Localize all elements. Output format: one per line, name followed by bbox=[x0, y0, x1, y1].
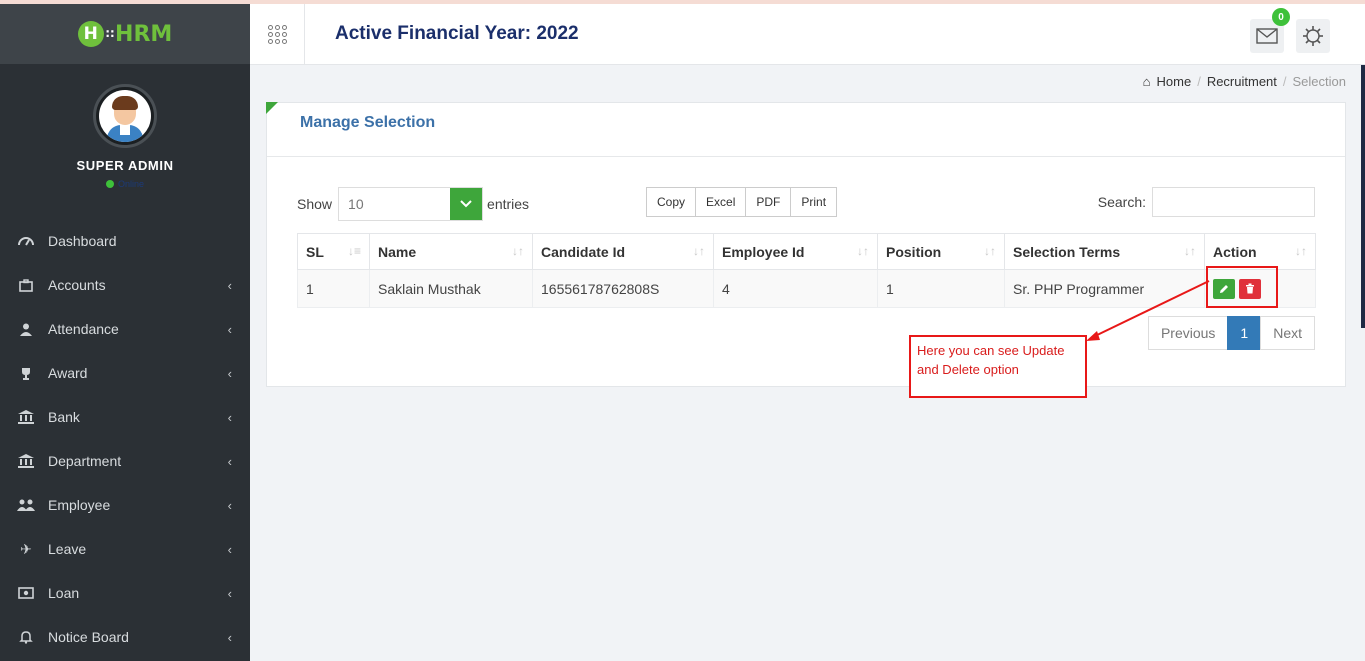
annotation-line-2: and Delete option bbox=[917, 362, 1019, 377]
annotation-note: Here you can see Update and Delete optio… bbox=[909, 335, 1087, 398]
annotation-line-1: Here you can see Update bbox=[917, 343, 1065, 358]
annotation-arrow-icon bbox=[1086, 280, 1210, 341]
